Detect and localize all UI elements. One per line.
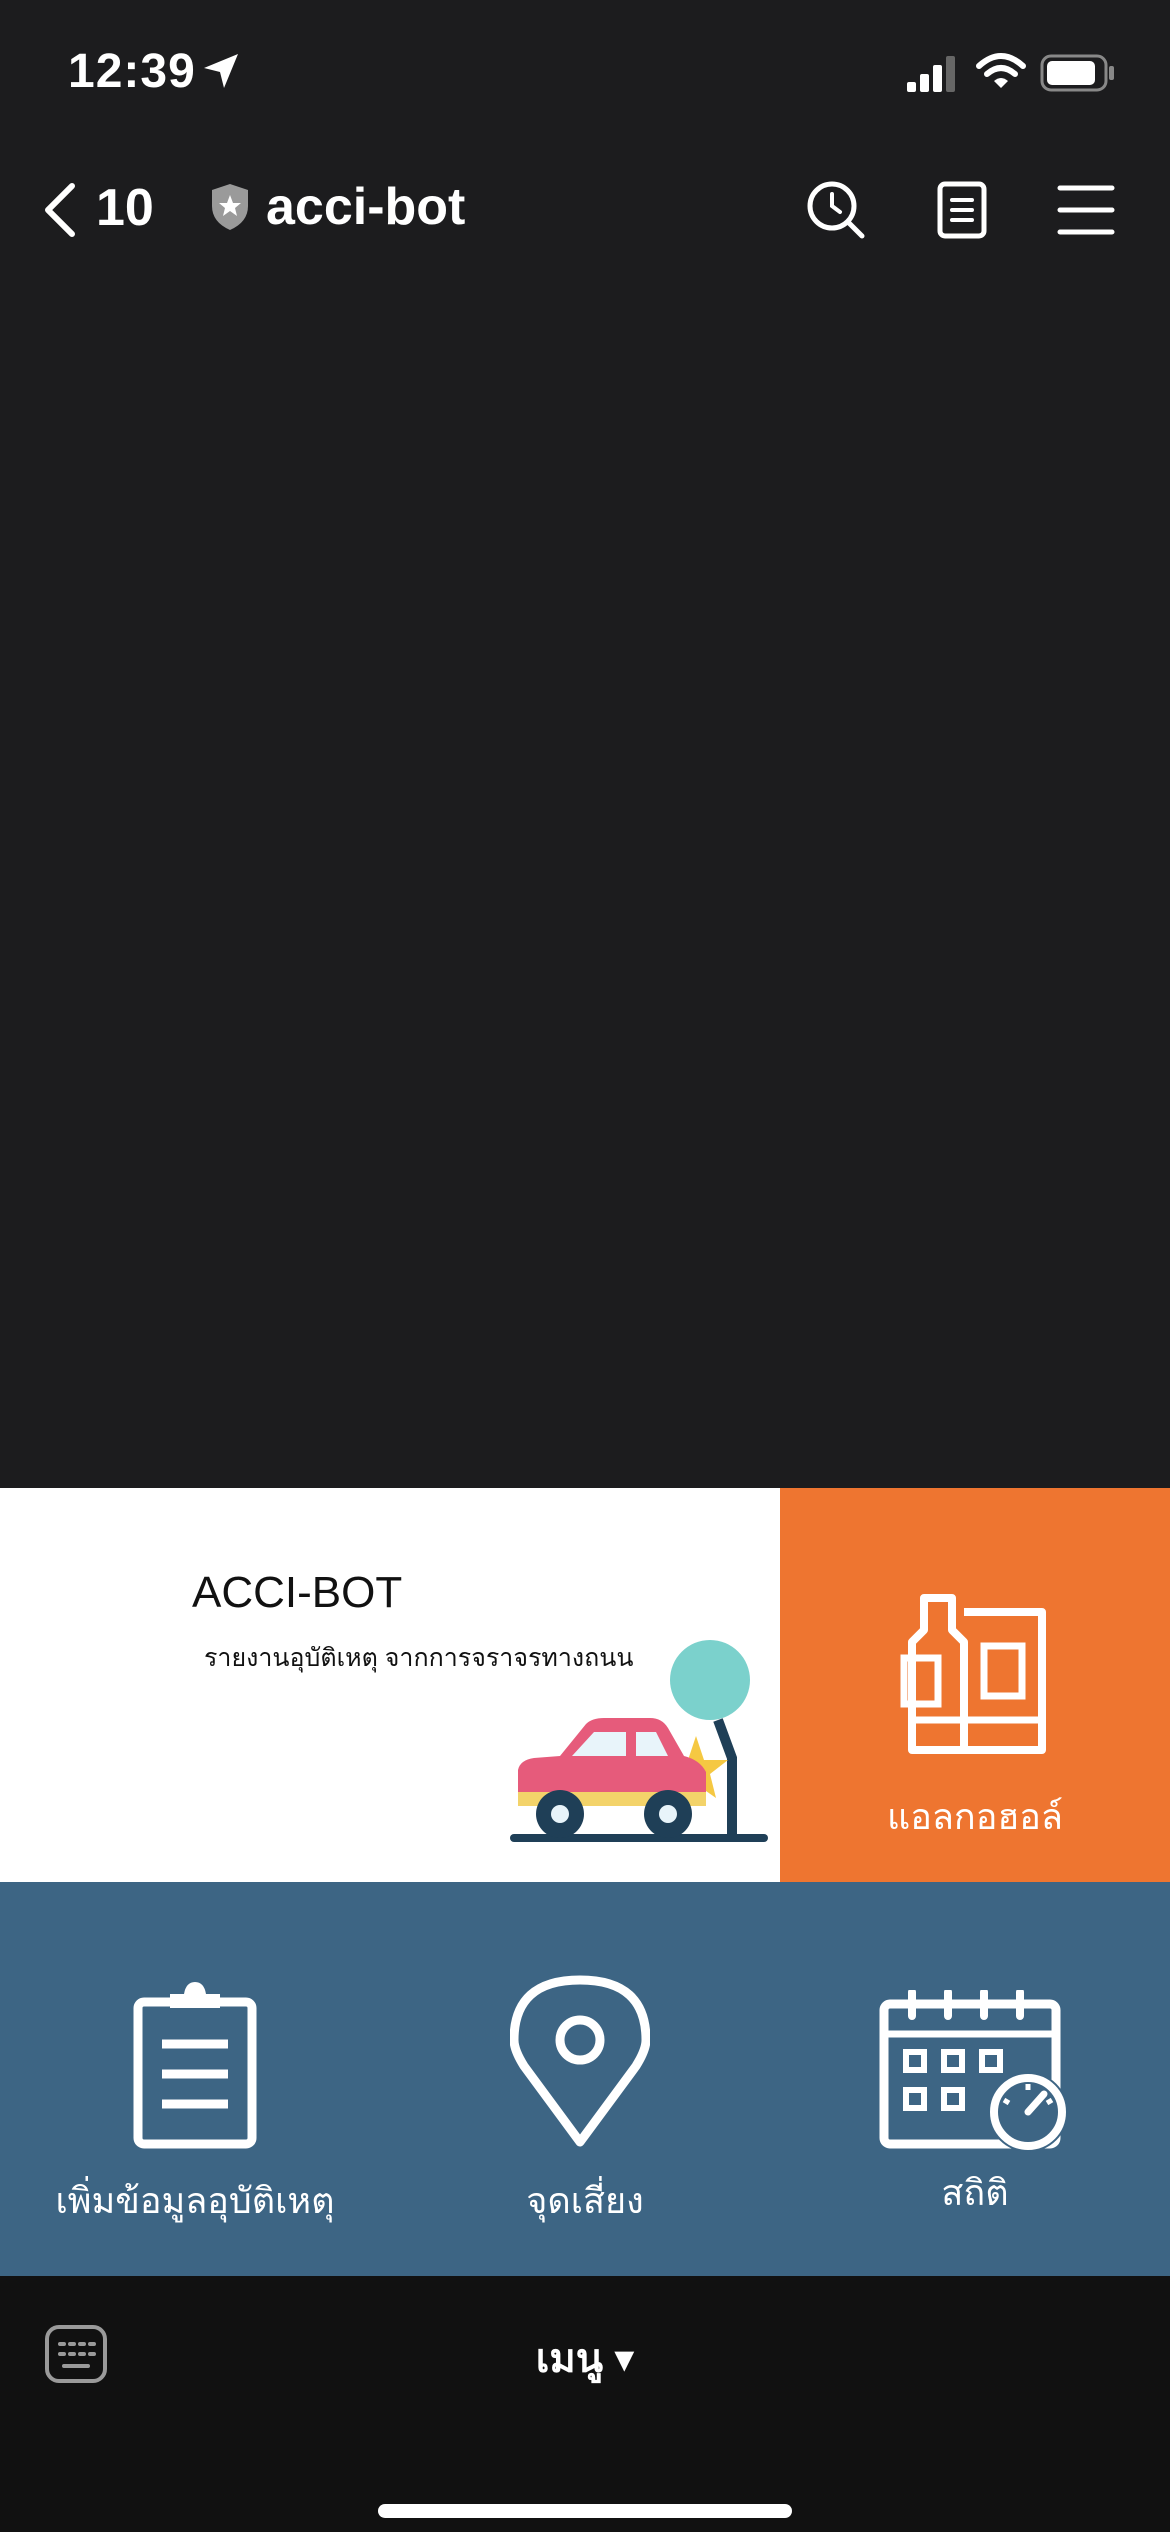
menu-toggle[interactable]: เมนู ▾ xyxy=(0,2326,1170,2390)
alcohol-menu-button[interactable]: แอลกอฮอล์ xyxy=(780,1488,1170,1882)
notes-icon[interactable] xyxy=(930,178,994,242)
clipboard-icon xyxy=(133,1982,257,2149)
search-history-icon[interactable] xyxy=(804,178,868,242)
verified-shield-icon xyxy=(212,184,248,230)
hamburger-menu-icon[interactable] xyxy=(1054,178,1118,242)
home-indicator[interactable] xyxy=(378,2504,792,2518)
acci-bot-banner[interactable]: ACCI-BOT รายงานอุบัติเหตุ จากการจราจรทาง… xyxy=(0,1488,780,1882)
chat-title: acci-bot xyxy=(266,178,466,236)
chat-message-area[interactable] xyxy=(0,270,1170,1488)
banner-brand: ACCI-BOT xyxy=(192,1568,403,1617)
chat-header xyxy=(0,150,1170,270)
status-bar: 12:39 xyxy=(0,0,1170,150)
add-accident-button[interactable]: เพิ่มข้อมูลอุบัติเหตุ xyxy=(0,1882,390,2276)
statistics-button[interactable]: สถิติ xyxy=(780,1882,1170,2276)
cellular-signal-icon xyxy=(907,56,955,92)
wifi-icon xyxy=(976,53,1026,88)
location-arrow-icon xyxy=(204,54,238,88)
status-time: 12:39 xyxy=(68,45,196,98)
add-accident-label: เพิ่มข้อมูลอุบัติเหตุ xyxy=(55,2180,335,2221)
map-pin-icon xyxy=(510,1975,650,2147)
rich-menu: ACCI-BOT รายงานอุบัติเหตุ จากการจราจรทาง… xyxy=(0,1488,1170,2276)
car-crash-illustration xyxy=(510,1640,768,1842)
battery-icon xyxy=(1040,54,1114,92)
rich-menu-footer: เมนู ▾ xyxy=(0,2276,1170,2532)
risk-point-button[interactable]: จุดเสี่ยง xyxy=(390,1882,780,2276)
rich-menu-bottom-row: เพิ่มข้อมูลอุบัติเหตุ จุดเสี่ยง สถิติ xyxy=(0,1882,1170,2276)
calendar-stats-icon xyxy=(879,1990,1068,2152)
alcohol-bottles-icon xyxy=(900,1594,1046,1754)
risk-point-label: จุดเสี่ยง xyxy=(526,2180,644,2221)
back-unread-count[interactable]: 10 xyxy=(96,178,154,238)
back-chevron-icon[interactable] xyxy=(40,180,80,240)
statistics-label: สถิติ xyxy=(941,2172,1009,2213)
alcohol-label: แอลกอฮอล์ xyxy=(887,1796,1063,1837)
